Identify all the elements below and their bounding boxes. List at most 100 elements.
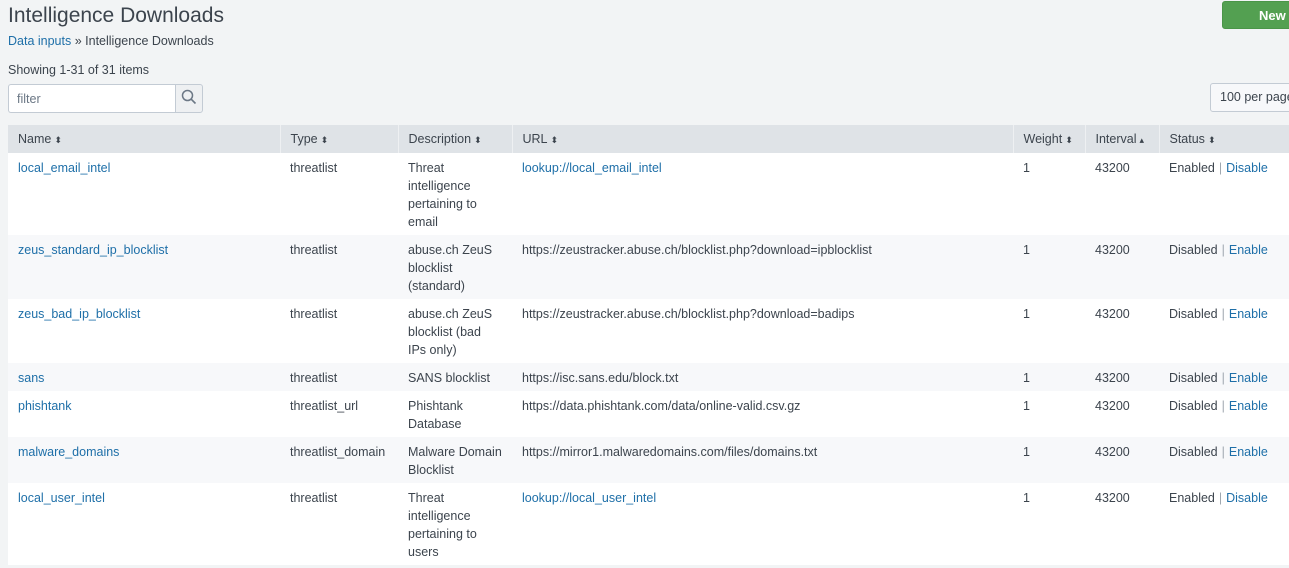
breadcrumb-link-data-inputs[interactable]: Data inputs	[8, 34, 71, 48]
url-link[interactable]: lookup://local_email_intel	[522, 161, 662, 175]
interval-cell: 43200	[1085, 363, 1159, 391]
column-header-label: Name	[18, 132, 52, 146]
input-name-link[interactable]: sans	[18, 371, 44, 385]
name-cell: zeus_bad_ip_blocklist	[8, 299, 280, 363]
table-row: sans threatlist SANS blocklist https://isc.…	[8, 363, 1289, 391]
name-cell: phishtank	[8, 391, 280, 437]
input-name-link[interactable]: local_user_intel	[18, 491, 105, 505]
page-title: Intelligence Downloads	[8, 4, 224, 27]
table-row: zeus_bad_ip_blocklist threatlist abuse.ch …	[8, 299, 1289, 363]
table-header-row: Name ⬍ Type ⬍ Description ⬍ URL ⬍ Weight ⬍ Interva…	[8, 125, 1289, 153]
input-name-link[interactable]: local_email_intel	[18, 161, 110, 175]
type-cell: threatlist_domain	[280, 437, 398, 483]
weight-cell: 1	[1013, 437, 1085, 483]
url-text: https://mirror1.malwaredomains.com/files…	[522, 445, 818, 459]
filter-input[interactable]	[8, 84, 175, 113]
weight-cell: 1	[1013, 299, 1085, 363]
toggle-status-link[interactable]: Enable	[1229, 371, 1268, 385]
column-header-label: Type	[290, 132, 318, 146]
status-cell: Disabled | Enable	[1159, 391, 1289, 437]
column-header-interval[interactable]: Interval ▴	[1085, 125, 1160, 153]
url-cell: https://zeustracker.abuse.ch/blocklist.p…	[512, 235, 1013, 299]
status-cell: Disabled | Enable	[1159, 299, 1289, 363]
status-separator: |	[1221, 371, 1225, 385]
status-separator: |	[1221, 307, 1225, 321]
url-link[interactable]: lookup://local_user_intel	[522, 491, 656, 505]
description-cell: Phishtank Database	[398, 391, 512, 437]
status-separator: |	[1218, 491, 1223, 505]
input-name-link[interactable]: malware_domains	[18, 445, 119, 459]
column-header-status[interactable]: Status ⬍	[1159, 125, 1289, 153]
input-name-link[interactable]: zeus_standard_ip_blocklist	[18, 243, 168, 257]
name-cell: local_email_intel	[8, 153, 280, 235]
filter-box	[8, 84, 203, 113]
status-text: Disabled	[1169, 243, 1218, 257]
toggle-status-link[interactable]: Enable	[1229, 307, 1268, 321]
column-header-weight[interactable]: Weight ⬍	[1013, 125, 1086, 153]
sort-asc-icon: ▴	[1139, 135, 1145, 145]
input-name-link[interactable]: zeus_bad_ip_blocklist	[18, 307, 140, 321]
url-cell: https://data.phishtank.com/data/online-v…	[512, 391, 1013, 437]
weight-cell: 1	[1013, 153, 1085, 235]
description-cell: abuse.ch ZeuS blocklist (standard)	[398, 235, 512, 299]
toggle-status-link[interactable]: Enable	[1229, 243, 1268, 257]
name-cell: local_user_intel	[8, 483, 280, 565]
column-header-type[interactable]: Type ⬍	[280, 125, 399, 153]
column-header-label: Description	[408, 132, 472, 146]
status-text: Disabled	[1169, 371, 1218, 385]
toggle-status-link[interactable]: Enable	[1229, 399, 1268, 413]
name-cell: sans	[8, 363, 280, 391]
sort-both-icon: ⬍	[54, 135, 62, 145]
type-cell: threatlist_url	[280, 391, 398, 437]
status-text: Disabled	[1169, 307, 1218, 321]
interval-cell: 43200	[1085, 153, 1159, 235]
toggle-status-link[interactable]: Disable	[1226, 161, 1268, 175]
toggle-status-link[interactable]: Enable	[1229, 445, 1268, 459]
url-text: https://zeustracker.abuse.ch/blocklist.p…	[522, 243, 872, 257]
table-row: phishtank threatlist_url Phishtank Databas…	[8, 391, 1289, 437]
url-cell: lookup://local_email_intel	[512, 153, 1013, 235]
search-button[interactable]	[175, 84, 203, 113]
description-cell: SANS blocklist	[398, 363, 512, 391]
status-cell: Disabled | Enable	[1159, 235, 1289, 299]
item-count: Showing 1-31 of 31 items	[8, 63, 150, 77]
url-text: https://zeustracker.abuse.ch/blocklist.p…	[522, 307, 855, 321]
column-header-description[interactable]: Description ⬍	[398, 125, 513, 153]
status-cell: Enabled | Disable	[1159, 483, 1289, 565]
sort-both-icon: ⬍	[550, 135, 559, 145]
input-name-link[interactable]: phishtank	[18, 399, 72, 413]
interval-cell: 43200	[1085, 437, 1159, 483]
type-cell: threatlist	[280, 153, 398, 235]
status-text: Enabled	[1169, 491, 1215, 505]
name-cell: zeus_standard_ip_blocklist	[8, 235, 280, 299]
type-cell: threatlist	[280, 363, 398, 391]
url-cell: https://mirror1.malwaredomains.com/files…	[512, 437, 1013, 483]
breadcrumb-current: Intelligence Downloads	[85, 34, 214, 48]
new-button[interactable]: New	[1222, 1, 1289, 29]
status-cell: Disabled | Enable	[1159, 363, 1289, 391]
status-text: Disabled	[1169, 445, 1218, 459]
status-separator: |	[1221, 399, 1225, 413]
interval-cell: 43200	[1085, 235, 1159, 299]
table-row: local_email_intel threatlist Threat intell…	[8, 153, 1289, 235]
column-header-url[interactable]: URL ⬍	[512, 125, 1014, 153]
toggle-status-link[interactable]: Disable	[1226, 491, 1268, 505]
url-text: https://data.phishtank.com/data/online-v…	[522, 399, 801, 413]
description-cell: Malware Domain Blocklist	[398, 437, 512, 483]
status-separator: |	[1221, 243, 1225, 257]
interval-cell: 43200	[1085, 299, 1159, 363]
url-text: https://isc.sans.edu/block.txt	[522, 371, 679, 385]
column-header-label: Status	[1169, 132, 1205, 146]
table-row: malware_domains threatlist_domain Malware …	[8, 437, 1289, 483]
column-header-label: Weight	[1023, 132, 1063, 146]
description-cell: Threat intelligence pertaining to email	[398, 153, 512, 235]
column-header-name[interactable]: Name ⬍	[8, 125, 281, 153]
url-cell: https://isc.sans.edu/block.txt	[512, 363, 1013, 391]
type-cell: threatlist	[280, 483, 398, 565]
description-cell: Threat intelligence pertaining to users	[398, 483, 512, 565]
sort-both-icon: ⬍	[1207, 135, 1216, 145]
url-cell: https://zeustracker.abuse.ch/blocklist.p…	[512, 299, 1013, 363]
status-cell: Enabled | Disable	[1159, 153, 1289, 235]
per-page-dropdown[interactable]: 100 per page	[1210, 83, 1289, 112]
sort-both-icon: ⬍	[474, 135, 482, 145]
